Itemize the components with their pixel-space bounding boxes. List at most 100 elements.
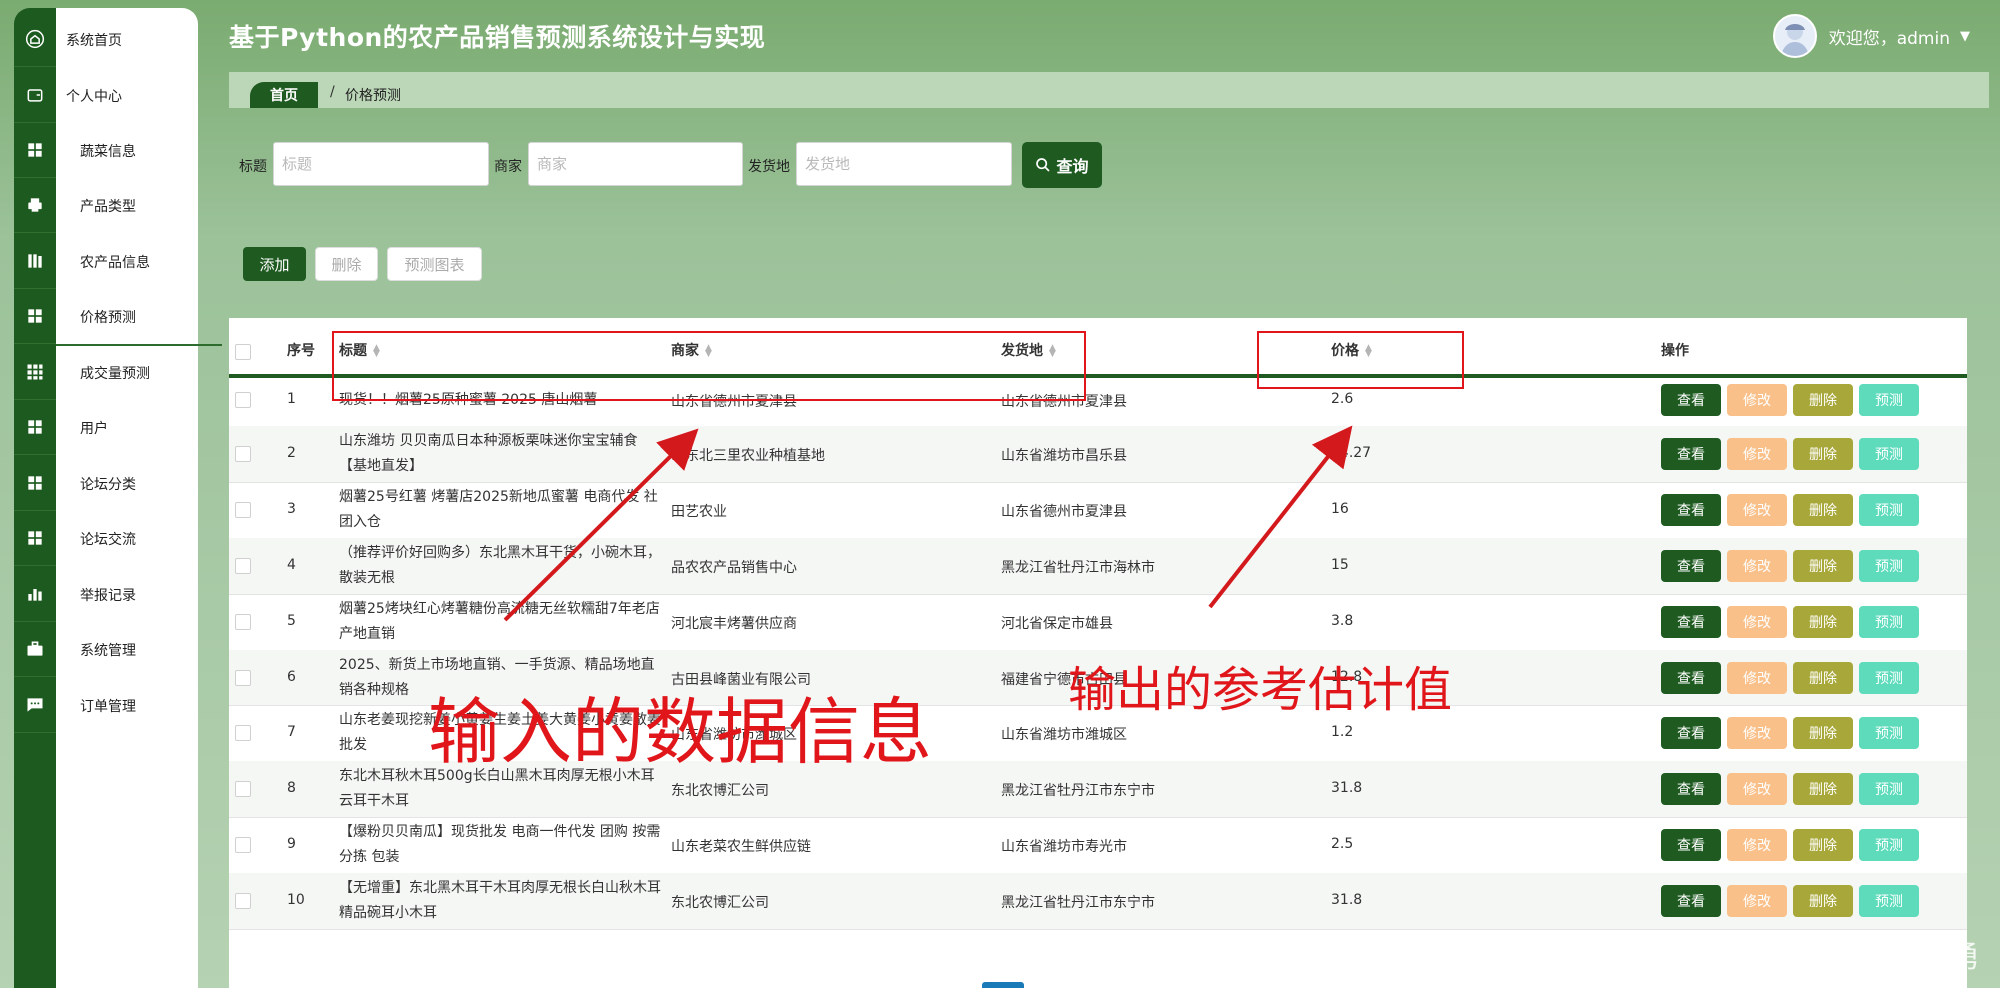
breadcrumb-home[interactable]: 首页: [250, 82, 318, 108]
chat-icon[interactable]: [14, 678, 56, 733]
edit-button[interactable]: 修改: [1727, 717, 1787, 749]
sidebar-item-home[interactable]: 系统首页: [56, 12, 208, 67]
apps-icon[interactable]: [14, 289, 56, 344]
table-row[interactable]: 9 【爆粉贝贝南瓜】现货批发 电商一件代发 团购 按需分拣 包装 山东老菜农生鲜供应…: [229, 817, 1967, 874]
grid-icon[interactable]: [14, 123, 56, 178]
row-checkbox[interactable]: [235, 781, 251, 797]
sidebar-item-price-forecast[interactable]: 价格预测: [56, 289, 222, 346]
edit-button[interactable]: 修改: [1727, 773, 1787, 805]
delete-button[interactable]: 删除: [1793, 606, 1853, 638]
table-row[interactable]: 2 山东潍坊 贝贝南瓜日本种源板栗味迷你宝宝辅食【基地直发】 山东北三里农业种植基地…: [229, 426, 1967, 483]
sidebar-item-users[interactable]: 用户: [56, 400, 222, 455]
sidebar-item-forum-categories[interactable]: 论坛分类: [56, 456, 222, 511]
nine-grid-icon[interactable]: [14, 345, 56, 400]
predict-button[interactable]: 预测: [1859, 885, 1919, 917]
merchant-filter-input[interactable]: [528, 142, 743, 186]
delete-button[interactable]: 删除: [1793, 829, 1853, 861]
row-checkbox[interactable]: [235, 558, 251, 574]
search-icon: [1036, 158, 1051, 172]
query-button[interactable]: 查询: [1022, 142, 1102, 188]
predict-button[interactable]: 预测: [1859, 662, 1919, 694]
delete-button[interactable]: 删除: [1793, 773, 1853, 805]
predict-button[interactable]: 预测: [1859, 717, 1919, 749]
delete-button[interactable]: 删除: [1793, 662, 1853, 694]
grid-icon[interactable]: [14, 400, 56, 455]
view-button[interactable]: 查看: [1661, 550, 1721, 582]
add-button[interactable]: 添加: [243, 247, 306, 281]
forecast-chart-button[interactable]: 预测图表: [387, 247, 482, 281]
delete-button[interactable]: 删除: [1793, 717, 1853, 749]
delete-button[interactable]: 删除: [1793, 550, 1853, 582]
printer-icon[interactable]: [14, 178, 56, 233]
predict-button[interactable]: 预测: [1859, 384, 1919, 416]
grid-icon[interactable]: [14, 511, 56, 566]
table-row[interactable]: 5 烟薯25烤块红心烤薯糖份高流糖无丝软糯甜7年老店产地直销 河北宸丰烤薯供应商 河北…: [229, 594, 1967, 651]
briefcase-icon[interactable]: [14, 622, 56, 677]
home-icon[interactable]: [14, 12, 56, 67]
bar-chart-icon[interactable]: [14, 567, 56, 622]
sidebar-item-label: 举报记录: [80, 587, 136, 604]
row-origin: 河北省保定市雄县: [1001, 616, 1113, 632]
delete-button[interactable]: 删除: [1793, 438, 1853, 470]
edit-button[interactable]: 修改: [1727, 606, 1787, 638]
row-checkbox[interactable]: [235, 893, 251, 909]
edit-button[interactable]: 修改: [1727, 829, 1787, 861]
delete-button[interactable]: 删除: [1793, 384, 1853, 416]
predict-button[interactable]: 预测: [1859, 773, 1919, 805]
library-icon[interactable]: [14, 234, 56, 289]
view-button[interactable]: 查看: [1661, 829, 1721, 861]
view-button[interactable]: 查看: [1661, 494, 1721, 526]
row-checkbox[interactable]: [235, 446, 251, 462]
sidebar-item-profile[interactable]: 个人中心: [56, 68, 208, 123]
user-menu[interactable]: 欢迎您，admin ▼: [1772, 14, 1970, 58]
sidebar-item-label: 个人中心: [66, 88, 122, 105]
wallet-icon[interactable]: [14, 68, 56, 123]
table-row[interactable]: 3 烟薯25号红薯 烤薯店2025新地瓜蜜薯 电商代发 社团入仓 田艺农业 山东省德州…: [229, 482, 1967, 539]
edit-button[interactable]: 修改: [1727, 438, 1787, 470]
query-button-label: 查询: [1056, 157, 1089, 176]
sidebar-item-orders[interactable]: 订单管理: [56, 678, 222, 733]
row-checkbox[interactable]: [235, 837, 251, 853]
view-button[interactable]: 查看: [1661, 606, 1721, 638]
row-checkbox[interactable]: [235, 614, 251, 630]
view-button[interactable]: 查看: [1661, 384, 1721, 416]
row-checkbox[interactable]: [235, 725, 251, 741]
sidebar-item-volume-forecast[interactable]: 成交量预测: [56, 345, 222, 400]
sidebar-item-product-types[interactable]: 产品类型: [56, 178, 222, 233]
edit-button[interactable]: 修改: [1727, 662, 1787, 694]
title-filter-input[interactable]: [273, 142, 489, 186]
sidebar-item-forum[interactable]: 论坛交流: [56, 511, 222, 566]
view-button[interactable]: 查看: [1661, 662, 1721, 694]
row-checkbox[interactable]: [235, 670, 251, 686]
predict-button[interactable]: 预测: [1859, 550, 1919, 582]
edit-button[interactable]: 修改: [1727, 494, 1787, 526]
view-button[interactable]: 查看: [1661, 717, 1721, 749]
delete-button[interactable]: 删除: [1793, 494, 1853, 526]
select-all-checkbox[interactable]: [235, 344, 251, 360]
table-row[interactable]: 4 （推荐评价好回购多）东北黑木耳干货，小碗木耳，散装无根 品农农产品销售中心 黑龙江…: [229, 538, 1967, 595]
predict-button[interactable]: 预测: [1859, 829, 1919, 861]
predict-button[interactable]: 预测: [1859, 494, 1919, 526]
edit-button[interactable]: 修改: [1727, 384, 1787, 416]
row-checkbox[interactable]: [235, 392, 251, 408]
grid-icon[interactable]: [14, 456, 56, 511]
row-price: 16: [1331, 501, 1349, 517]
pagination-indicator[interactable]: [982, 982, 1024, 988]
sidebar-item-vegetables[interactable]: 蔬菜信息: [56, 123, 222, 178]
edit-button[interactable]: 修改: [1727, 550, 1787, 582]
delete-button[interactable]: 删除: [1793, 885, 1853, 917]
input-fields-highlight: [332, 331, 1086, 401]
view-button[interactable]: 查看: [1661, 885, 1721, 917]
predict-button[interactable]: 预测: [1859, 438, 1919, 470]
table-row[interactable]: 10 【无增重】东北黑木耳干木耳肉厚无根长白山秋木耳精品碗耳小木耳 东北农博汇公司 黑…: [229, 873, 1967, 930]
view-button[interactable]: 查看: [1661, 773, 1721, 805]
row-checkbox[interactable]: [235, 502, 251, 518]
predict-button[interactable]: 预测: [1859, 606, 1919, 638]
sidebar-item-system[interactable]: 系统管理: [56, 622, 222, 677]
view-button[interactable]: 查看: [1661, 438, 1721, 470]
edit-button[interactable]: 修改: [1727, 885, 1787, 917]
origin-filter-input[interactable]: [796, 142, 1012, 186]
sidebar-item-products[interactable]: 农产品信息: [56, 234, 222, 289]
sidebar-item-reports[interactable]: 举报记录: [56, 567, 222, 622]
batch-delete-button[interactable]: 删除: [315, 247, 378, 281]
